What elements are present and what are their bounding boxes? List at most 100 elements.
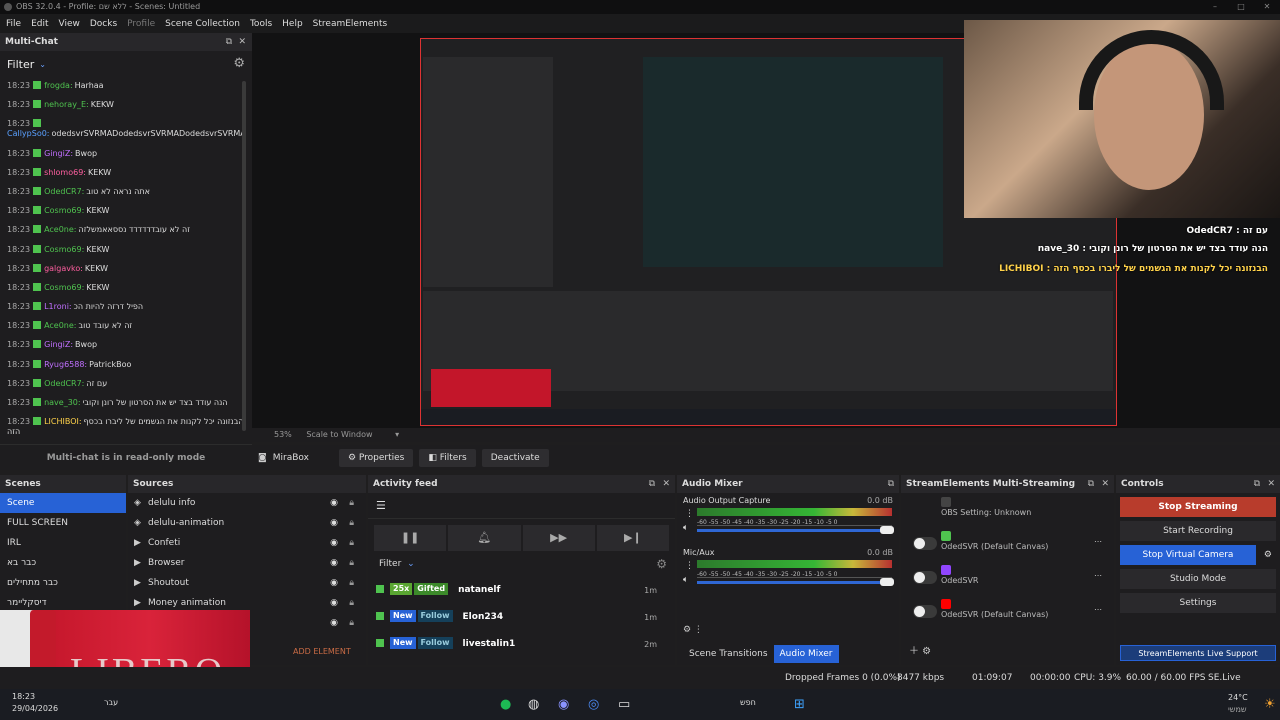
scene-item[interactable]: IRL [0,533,126,553]
chrome-icon[interactable]: ◎ [588,697,599,712]
stop-streaming-button[interactable]: Stop Streaming [1120,497,1276,517]
kebab-icon[interactable]: ⋮ [685,509,694,519]
scene-item[interactable]: כבר בא [0,553,126,573]
chat-user[interactable]: Ace0ne: [44,321,76,330]
taskbar-search[interactable]: חפש [740,698,756,707]
discord-icon[interactable]: ◉ [558,697,569,712]
volume-slider[interactable] [697,578,894,586]
lock-icon[interactable]: 🔒︎ [349,553,354,573]
kebab-icon[interactable]: ⋮ [685,561,694,571]
program-preview[interactable]: OdedCR7 : עם זה nave_30 : הנה עודד בצד י… [252,20,1280,428]
stop-virtual-camera-button[interactable]: Stop Virtual Camera [1120,545,1256,565]
eye-icon[interactable]: ◉ [330,553,338,573]
lock-icon[interactable]: 🔒︎ [349,493,354,513]
tab-audio-mixer[interactable]: Audio Mixer [773,645,839,663]
chevron-down-icon[interactable]: ▾ [395,430,399,439]
eye-icon[interactable]: ◉ [330,493,338,513]
float-icon[interactable]: ⧉ [888,475,894,493]
chat-user[interactable]: OdedCR7: [44,379,84,388]
tab-scene-transitions[interactable]: Scene Transitions [683,645,774,663]
chat-user[interactable]: nehoray_E: [44,100,89,109]
chat-user[interactable]: Cosmo69: [44,245,84,254]
more-icon[interactable]: ⋯ [1094,605,1102,614]
chat-user[interactable]: GingiZ: [44,340,73,349]
close-window-icon[interactable]: ✕ [1254,0,1280,14]
lock-icon[interactable]: 🔒︎ [349,613,354,633]
source-item[interactable]: ▶ Shoutout ◉ 🔒︎ [128,573,366,593]
speaker-icon[interactable]: 🔈︎ [683,523,688,533]
chat-user[interactable]: galgavko: [44,264,83,273]
stream-toggle[interactable] [913,605,937,618]
float-icon[interactable]: ⧉ [1088,475,1094,493]
gear-icon[interactable]: ⚙ [1264,550,1272,560]
chat-user[interactable]: Ace0ne: [44,225,76,234]
menu-help[interactable]: Help [282,19,303,29]
scene-item[interactable]: Scene [0,493,126,513]
more-icon[interactable]: ⋯ [1094,571,1102,580]
close-dock-icon[interactable]: ✕ [238,33,246,51]
bell-icon[interactable]: 🔔︎ [448,525,521,551]
menu-file[interactable]: File [6,19,21,29]
windows-start-icon[interactable]: ⊞ [794,697,805,712]
chat-filter[interactable]: Filter ⌄ ⚙ [0,51,252,77]
menu-scene-collection[interactable]: Scene Collection [165,19,240,29]
volume-slider[interactable] [697,526,894,534]
activity-row[interactable]: New Follow Elon234 1m [368,604,675,631]
chat-scrollbar[interactable] [242,81,246,431]
properties-button[interactable]: ⚙ Properties [338,448,414,467]
eye-icon[interactable]: ◉ [330,593,338,613]
scale-select[interactable]: Scale to Window [306,430,372,439]
eye-icon[interactable]: ◉ [330,613,338,633]
gear-icon[interactable]: ⚙ [656,551,667,577]
close-dock-icon[interactable]: ✕ [1101,475,1109,493]
chat-user[interactable]: CallypSo0: [7,129,50,138]
source-item[interactable]: ▶ Confeti ◉ 🔒︎ [128,533,366,553]
start-recording-button[interactable]: Start Recording [1120,521,1276,541]
filters-button[interactable]: ◧ Filters [419,448,476,467]
close-dock-icon[interactable]: ✕ [662,475,670,493]
more-icon[interactable]: ⋯ [1094,537,1102,546]
activity-row[interactable]: New Follow livestalin1 2m [368,631,675,658]
float-icon[interactable]: ⧉ [226,33,232,51]
activity-row[interactable]: 25x Gifted natanelf 1m [368,577,675,604]
chat-user[interactable]: GingiZ: [44,149,73,158]
chat-user[interactable]: Cosmo69: [44,283,84,292]
stream-toggle[interactable] [913,571,937,584]
gear-icon[interactable]: ⚙ [233,56,245,71]
pause-icon[interactable]: ❚❚ [374,525,447,551]
chat-user[interactable]: shlomo69: [44,168,86,177]
lock-icon[interactable]: 🔒︎ [349,513,354,533]
deactivate-button[interactable]: Deactivate [481,448,549,467]
close-dock-icon[interactable]: ✕ [1267,475,1275,493]
scene-item[interactable]: כבר מתחילים [0,573,126,593]
menu-streamelements[interactable]: StreamElements [313,19,388,29]
menu-view[interactable]: View [59,19,80,29]
lock-icon[interactable]: 🔒︎ [349,573,354,593]
float-icon[interactable]: ⧉ [1254,475,1260,493]
lock-icon[interactable]: 🔒︎ [349,593,354,613]
steam-icon[interactable]: ◍ [528,697,539,712]
source-item[interactable]: ◈ delulu-animation ◉ 🔒︎ [128,513,366,533]
input-language[interactable]: עבר [104,698,118,707]
chat-user[interactable]: LICHIBOI: [44,417,81,426]
chat-user[interactable]: nave_30: [44,398,81,407]
gear-icon[interactable]: ⚙ ⋮ [683,625,703,635]
add-gear-icons[interactable]: ＋ ⚙ [909,642,931,657]
studio-mode-button[interactable]: Studio Mode [1120,569,1276,589]
chat-user[interactable]: frogda: [44,81,73,90]
add-element-button[interactable]: ADD ELEMENT [293,647,351,656]
chat-user[interactable]: L1roni: [44,302,72,311]
eye-icon[interactable]: ◉ [330,533,338,553]
menu-tools[interactable]: Tools [250,19,272,29]
source-item[interactable]: ▶ Browser ◉ 🔒︎ [128,553,366,573]
chat-user[interactable]: Ryug6588: [44,360,87,369]
speaker-icon[interactable]: 🔈︎ [683,575,688,585]
lock-icon[interactable]: 🔒︎ [349,533,354,553]
maximize-icon[interactable]: □ [1228,0,1254,14]
spotify-icon[interactable]: ● [500,697,511,712]
scene-item[interactable]: FULL SCREEN [0,513,126,533]
source-item[interactable]: ◈ delulu info ◉ 🔒︎ [128,493,366,513]
menu-docks[interactable]: Docks [90,19,117,29]
chat-user[interactable]: OdedCR7: [44,187,84,196]
menu-edit[interactable]: Edit [31,19,48,29]
